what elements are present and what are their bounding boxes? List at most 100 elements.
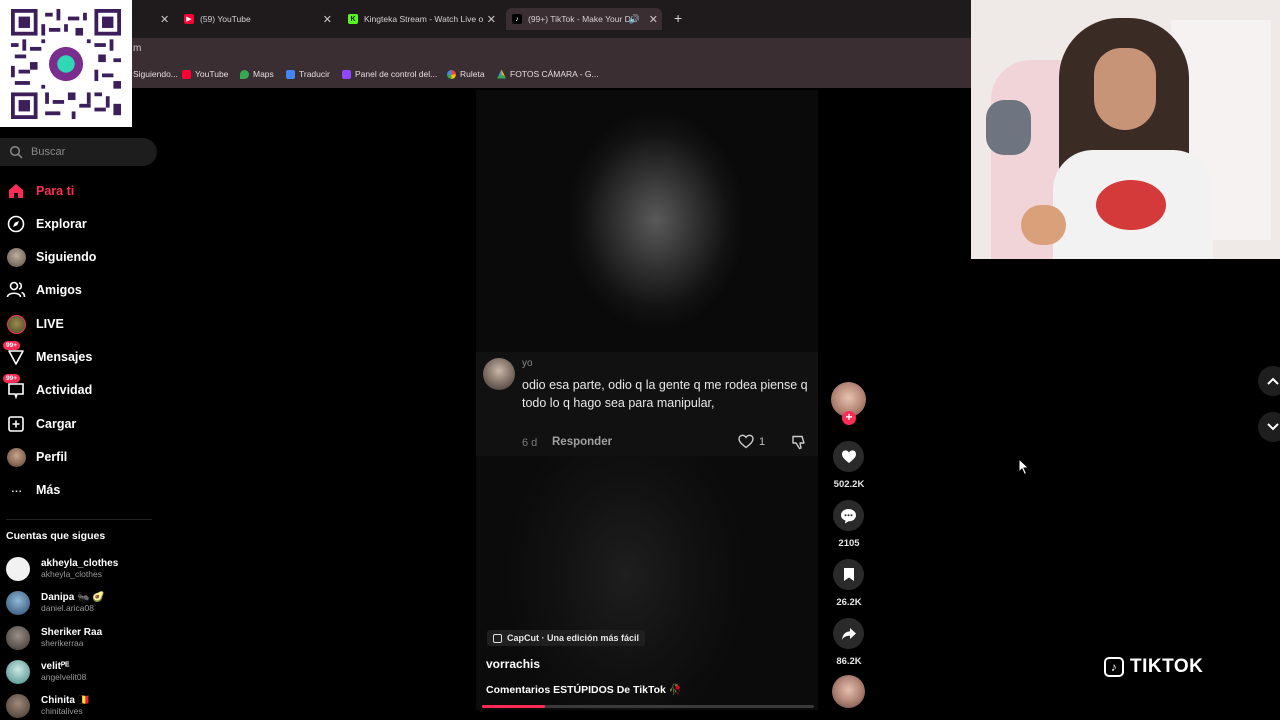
avatar (6, 626, 30, 650)
share-button[interactable] (833, 618, 864, 649)
following-account[interactable]: Chinita 🇧🇪 chinitalives (6, 691, 90, 720)
tab-label: (99+) TikTok - Make Your D (528, 14, 631, 24)
profile-avatar-icon (6, 447, 26, 467)
comment-icon (841, 508, 856, 523)
following-avatar-icon (6, 247, 26, 267)
account-name: Danipa 🐜 🥑 (41, 592, 105, 603)
dislike-icon[interactable] (792, 435, 808, 450)
nav-para-ti[interactable]: Para ti (6, 179, 74, 203)
nav-cargar[interactable]: Cargar (6, 412, 76, 436)
close-tab-icon[interactable]: ✕ (487, 13, 496, 26)
address-bar[interactable]: m (0, 38, 972, 62)
qr-code-icon (11, 9, 121, 119)
bookmark-icon (843, 568, 854, 581)
audio-icon[interactable]: 🔊 (629, 14, 640, 25)
search-input[interactable] (31, 146, 141, 158)
share-count: 86.2K (836, 656, 862, 667)
avatar (6, 591, 30, 615)
tiktok-logo-icon: ♪ (1104, 657, 1124, 677)
close-tab-icon[interactable]: ✕ (323, 13, 332, 26)
nav-mensajes[interactable]: 99+ Mensajes (3, 341, 93, 369)
twitch-icon (342, 69, 351, 79)
search-box[interactable] (0, 138, 157, 166)
following-account[interactable]: Sheriker Raa sherikerraa (6, 623, 102, 653)
following-account[interactable]: akheyla_clothes akheyla_clothes (6, 554, 118, 584)
sound-avatar[interactable] (832, 675, 865, 708)
nav-perfil[interactable]: Perfil (6, 445, 67, 469)
nav-label: Para ti (36, 184, 75, 198)
nav-explorar[interactable]: Explorar (6, 212, 87, 236)
close-tab-icon[interactable]: ✕ (160, 13, 169, 26)
avatar (6, 557, 30, 581)
browser-tab-bar: ✕ ▶ (59) YouTube ✕ K Kingteka Stream - W… (0, 0, 972, 38)
maps-icon (240, 69, 249, 79)
bookmark-fotos[interactable]: FOTOS CÁMARA - G... (497, 69, 599, 79)
avatar (6, 694, 30, 718)
account-name: Sheriker Raa (41, 627, 103, 638)
comment-like-button[interactable]: 1 (738, 434, 765, 449)
video-progress-bar[interactable] (482, 705, 814, 708)
upload-icon (6, 414, 26, 434)
nav-label: Mensajes (36, 350, 93, 364)
nav-amigos[interactable]: Amigos (6, 278, 82, 302)
nav-label: Más (36, 483, 61, 497)
bookmark-panel[interactable]: Panel de control del... (342, 69, 437, 79)
video-frame-bottom (476, 455, 818, 710)
tiktok-watermark: ♪ TIKTOK (1104, 656, 1203, 678)
bookmark-ruleta[interactable]: Ruleta (447, 69, 485, 79)
comment-button[interactable] (833, 500, 864, 531)
following-account[interactable]: Danipa 🐜 🥑 daniel.arica08 (6, 588, 105, 618)
save-button[interactable] (833, 559, 864, 590)
kick-icon: K (348, 14, 358, 24)
bookmark-maps[interactable]: Maps (240, 69, 274, 79)
messages-icon: 99+ (3, 341, 26, 367)
bookmarks-bar: Siguiendo... YouTube Maps Traducir Panel… (0, 62, 972, 88)
nav-actividad[interactable]: 99+ Actividad (3, 374, 93, 402)
tab-tiktok[interactable]: ♪ (99+) TikTok - Make Your D 🔊 ✕ (506, 8, 662, 30)
webcam-overlay (971, 0, 1280, 259)
comment-username: yo (522, 358, 533, 369)
like-button[interactable] (833, 441, 864, 472)
close-tab-icon[interactable]: ✕ (649, 13, 658, 26)
more-icon: ··· (10, 482, 23, 498)
home-icon (6, 181, 26, 201)
heart-icon (841, 450, 856, 463)
tab-kick[interactable]: K Kingteka Stream - Watch Live o ✕ (348, 8, 496, 30)
new-tab-button[interactable]: + (674, 10, 682, 26)
previous-video-button[interactable] (1258, 366, 1280, 396)
reply-button[interactable]: Responder (552, 436, 612, 448)
next-video-button[interactable] (1258, 412, 1280, 442)
heart-outline-icon (738, 434, 754, 449)
account-handle: chinitalives (41, 706, 83, 716)
drive-icon (497, 69, 506, 79)
capcut-tag[interactable]: CapCut · Una edición más fácil (487, 630, 646, 646)
nav-label: Cargar (36, 417, 77, 431)
follow-plus-icon[interactable]: + (842, 411, 856, 425)
bookmark-youtube[interactable]: YouTube (182, 69, 228, 79)
account-name: velitᴾᴱ (41, 661, 70, 672)
live-icon (6, 314, 26, 334)
video-caption: Comentarios ESTÚPIDOS De TikTok 🥀 (486, 684, 682, 696)
nav-label: Siguiendo (36, 250, 97, 264)
comment-like-count: 1 (759, 435, 766, 448)
nav-label: Explorar (36, 217, 87, 231)
capcut-icon (493, 633, 502, 643)
progress-fill (482, 705, 546, 708)
bookmark-traducir[interactable]: Traducir (286, 69, 330, 79)
share-icon (841, 627, 856, 640)
nav-label: Perfil (36, 450, 68, 464)
comment-time: 6 d (522, 437, 538, 449)
translate-icon (286, 69, 295, 79)
watermark-text: TIKTOK (1130, 656, 1204, 677)
youtube-icon: ▶ (184, 14, 194, 24)
following-account[interactable]: velitᴾᴱ angelvelit08 (6, 657, 86, 687)
tab-youtube[interactable]: ▶ (59) YouTube ✕ (184, 8, 332, 30)
bookmark-siguiendo[interactable]: Siguiendo... (133, 69, 178, 79)
video-author[interactable]: vorrachis (486, 657, 540, 671)
notification-badge: 99+ (3, 374, 21, 383)
nav-live[interactable]: LIVE (6, 312, 64, 336)
nav-mas[interactable]: ··· Más (6, 478, 61, 502)
nav-siguiendo[interactable]: Siguiendo (6, 245, 96, 269)
nav-label: Actividad (36, 383, 93, 397)
account-handle: sherikerraa (41, 638, 84, 648)
